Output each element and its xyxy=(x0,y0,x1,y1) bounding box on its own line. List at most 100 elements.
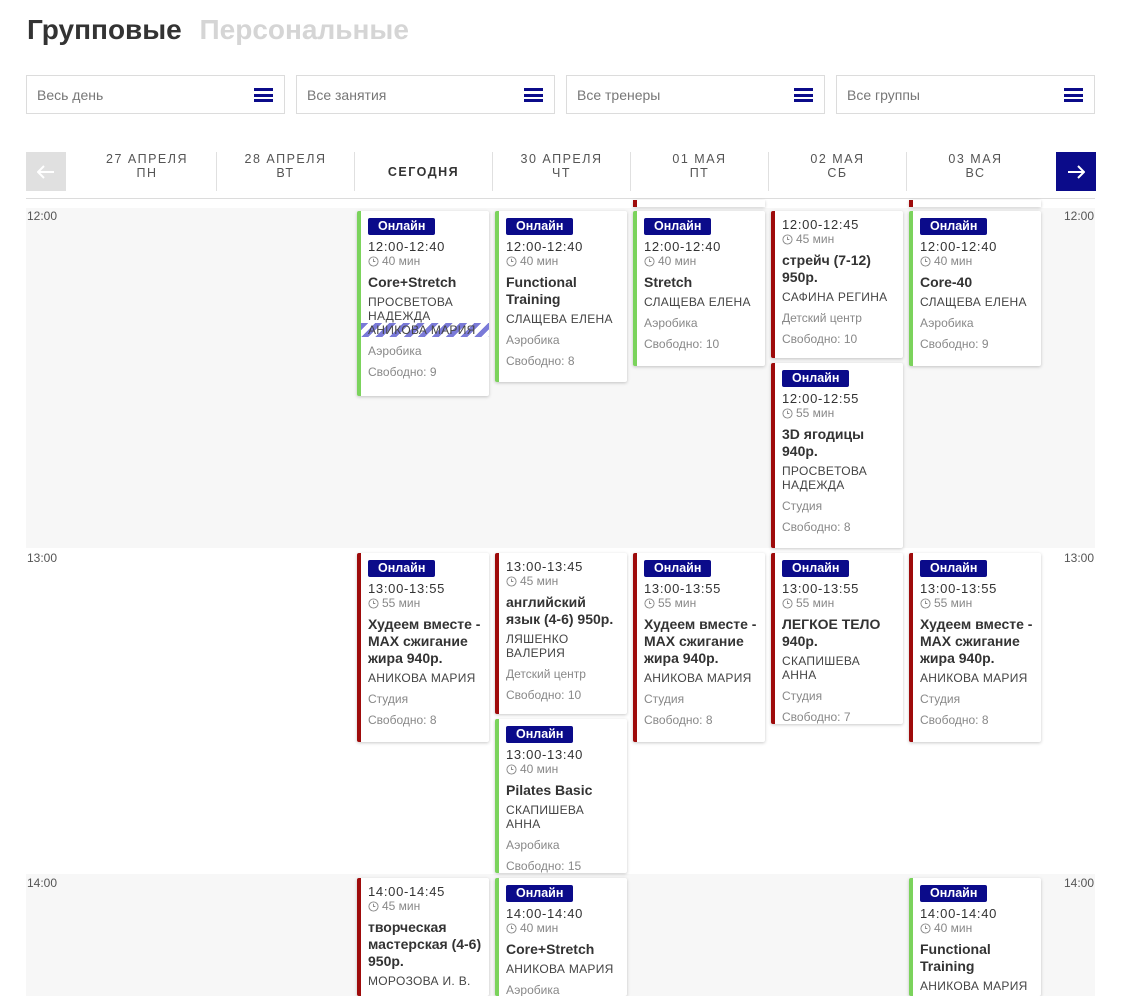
class-card[interactable]: Онлайн 12:00-12:55 55 мин 3D ягодицы 940… xyxy=(771,363,903,548)
day-header-fri[interactable]: 01 МАЯ ПТ xyxy=(630,152,768,191)
class-time: 13:00-13:55 xyxy=(368,581,446,596)
class-card[interactable]: Онлайн 13:00-13:55 55 мин Худеем вместе … xyxy=(633,553,765,742)
group-filter-select[interactable]: Все группы xyxy=(836,75,1095,114)
class-card[interactable]: 13:00-13:45 45 мин английский язык (4-6)… xyxy=(495,553,627,714)
class-time: 14:00-14:40 xyxy=(920,906,998,921)
class-time: 14:00-14:45 xyxy=(368,884,446,899)
class-card[interactable]: Онлайн 14:00-14:40 40 мин Functional Tra… xyxy=(909,878,1041,996)
class-trainer: АНИКОВА МАРИЯ xyxy=(920,979,1028,993)
day-weekday: ВС xyxy=(965,166,986,180)
day-date: 27 АПРЕЛЯ xyxy=(106,152,188,166)
duration-text: 40 мин xyxy=(520,762,559,776)
trainer-filter-value: Все тренеры xyxy=(577,87,661,103)
class-card[interactable]: Онлайн 13:00-13:40 40 мин Pilates Basic … xyxy=(495,719,627,873)
class-card[interactable]: 12:00-12:45 45 мин стрейч (7-12) 950р. С… xyxy=(771,211,903,358)
next-week-button[interactable] xyxy=(1056,152,1096,191)
duration-text: 40 мин xyxy=(934,254,973,268)
class-trainer: САФИНА РЕГИНА xyxy=(782,290,888,304)
class-card[interactable]: Онлайн 12:00-12:40 40 мин Stretch СЛАЩЕВ… xyxy=(633,211,765,366)
class-card[interactable]: 14:00-14:45 45 мин творческая мастерская… xyxy=(357,878,489,996)
class-card[interactable]: Онлайн 13:00-13:55 55 мин ЛЕГКОЕ ТЕЛО 94… xyxy=(771,553,903,724)
class-title: Худеем вместе - MAX сжигание жира 940р. xyxy=(920,616,1033,666)
class-free-spots: Свободно: 8 xyxy=(368,713,437,727)
hour-label-right: 14:00 xyxy=(1064,876,1095,890)
class-duration: 40 мин xyxy=(368,254,483,268)
day-header-thu[interactable]: 30 АПРЕЛЯ ЧТ xyxy=(492,152,630,191)
class-trainer: СКАПИШЕВА АННА xyxy=(782,654,861,682)
day-header-mon[interactable]: 27 АПРЕЛЯ ПН xyxy=(78,152,216,191)
class-duration: 40 мин xyxy=(506,762,621,776)
class-duration: 45 мин xyxy=(506,574,621,588)
online-badge: Онлайн xyxy=(920,560,988,577)
class-time: 12:00-12:40 xyxy=(644,239,722,254)
duration-text: 55 мин xyxy=(796,406,835,420)
day-weekday: ПТ xyxy=(689,166,710,180)
class-time: 13:00-13:45 xyxy=(506,559,584,574)
class-card-partial[interactable] xyxy=(909,200,1041,207)
class-card[interactable]: Онлайн 14:00-14:40 40 мин Core+Stretch А… xyxy=(495,878,627,996)
clock-icon xyxy=(920,922,931,934)
time-filter-select[interactable]: Весь день xyxy=(26,75,285,114)
clock-icon xyxy=(368,900,379,912)
class-trainer: АНИКОВА МАРИЯ xyxy=(506,962,614,976)
class-duration: 40 мин xyxy=(506,921,621,935)
class-duration: 55 мин xyxy=(920,596,1035,610)
class-time: 13:00-13:55 xyxy=(782,581,860,596)
day-header-today[interactable]: СЕГОДНЯ xyxy=(354,152,492,191)
class-card[interactable]: Онлайн 12:00-12:40 40 мин Core-40 СЛАЩЕВ… xyxy=(909,211,1041,366)
hour-label-left: 13:00 xyxy=(27,551,58,565)
clock-icon xyxy=(782,407,793,419)
class-free-spots: Свободно: 8 xyxy=(920,713,989,727)
day-header-sun[interactable]: 03 МАЯ ВС xyxy=(906,152,1044,191)
class-free-spots: Свободно: 10 xyxy=(782,332,858,346)
trainer-filter-select[interactable]: Все тренеры xyxy=(566,75,825,114)
clock-icon xyxy=(644,597,655,609)
class-title: Functional Training xyxy=(920,941,991,974)
class-location: Аэробика xyxy=(920,316,974,330)
hour-label-left: 12:00 xyxy=(27,209,58,223)
class-card[interactable]: Онлайн 13:00-13:55 55 мин Худеем вместе … xyxy=(909,553,1041,742)
class-location: Студия xyxy=(920,692,961,706)
class-trainer: ПРОСВЕТОВА НАДЕЖДА xyxy=(368,295,454,323)
class-time: 13:00-13:55 xyxy=(644,581,722,596)
class-trainer: ПРОСВЕТОВА НАДЕЖДА xyxy=(782,464,868,492)
filters-bar: Весь день Все занятия Все тренеры Все гр… xyxy=(26,75,1095,114)
class-title: ЛЕГКОЕ ТЕЛО 940р. xyxy=(782,616,881,649)
clock-icon xyxy=(368,255,379,267)
activity-filter-select[interactable]: Все занятия xyxy=(296,75,555,114)
day-date: 02 МАЯ xyxy=(810,152,865,166)
class-time: 13:00-13:55 xyxy=(920,581,998,596)
class-duration: 40 мин xyxy=(920,254,1035,268)
hour-label-right: 13:00 xyxy=(1064,551,1095,565)
class-location: Детский центр xyxy=(506,667,586,681)
class-card[interactable]: Онлайн 13:00-13:55 55 мин Худеем вместе … xyxy=(357,553,489,742)
class-location: Аэробика xyxy=(506,838,560,852)
duration-text: 55 мин xyxy=(934,596,973,610)
class-trainer: АНИКОВА МАРИЯ xyxy=(368,671,476,685)
online-badge: Онлайн xyxy=(644,560,712,577)
day-date: 28 АПРЕЛЯ xyxy=(244,152,327,166)
day-header-tue[interactable]: 28 АПРЕЛЯ ВТ xyxy=(216,152,354,191)
online-badge: Онлайн xyxy=(782,370,850,387)
class-free-spots: Свободно: 10 xyxy=(644,337,720,351)
class-free-spots: Свободно: 9 xyxy=(368,365,437,379)
class-free-spots: Свободно: 7 xyxy=(782,710,851,724)
clock-icon xyxy=(506,575,517,587)
day-date: 01 МАЯ xyxy=(672,152,727,166)
class-card[interactable]: Онлайн 12:00-12:40 40 мин Core+Stretch П… xyxy=(357,211,489,396)
class-card[interactable]: Онлайн 12:00-12:40 40 мин Functional Tra… xyxy=(495,211,627,382)
day-weekday: ПН xyxy=(136,166,158,180)
day-header-sat[interactable]: 02 МАЯ СБ xyxy=(768,152,906,191)
tab-group[interactable]: Групповые xyxy=(27,14,182,45)
class-title: английский язык (4-6) 950р. xyxy=(506,594,614,627)
class-trainer: СЛАЩЕВА ЕЛЕНА xyxy=(506,312,613,326)
duration-text: 55 мин xyxy=(382,596,421,610)
class-title: Core-40 xyxy=(920,274,973,290)
online-badge: Онлайн xyxy=(920,218,988,235)
hour-label-right: 12:00 xyxy=(1064,209,1095,223)
class-free-spots: Свободно: 15 xyxy=(506,859,582,873)
prev-week-button[interactable] xyxy=(26,152,66,191)
class-card-partial[interactable] xyxy=(633,200,765,207)
tab-personal[interactable]: Персональные xyxy=(200,14,409,45)
clock-icon xyxy=(506,922,517,934)
